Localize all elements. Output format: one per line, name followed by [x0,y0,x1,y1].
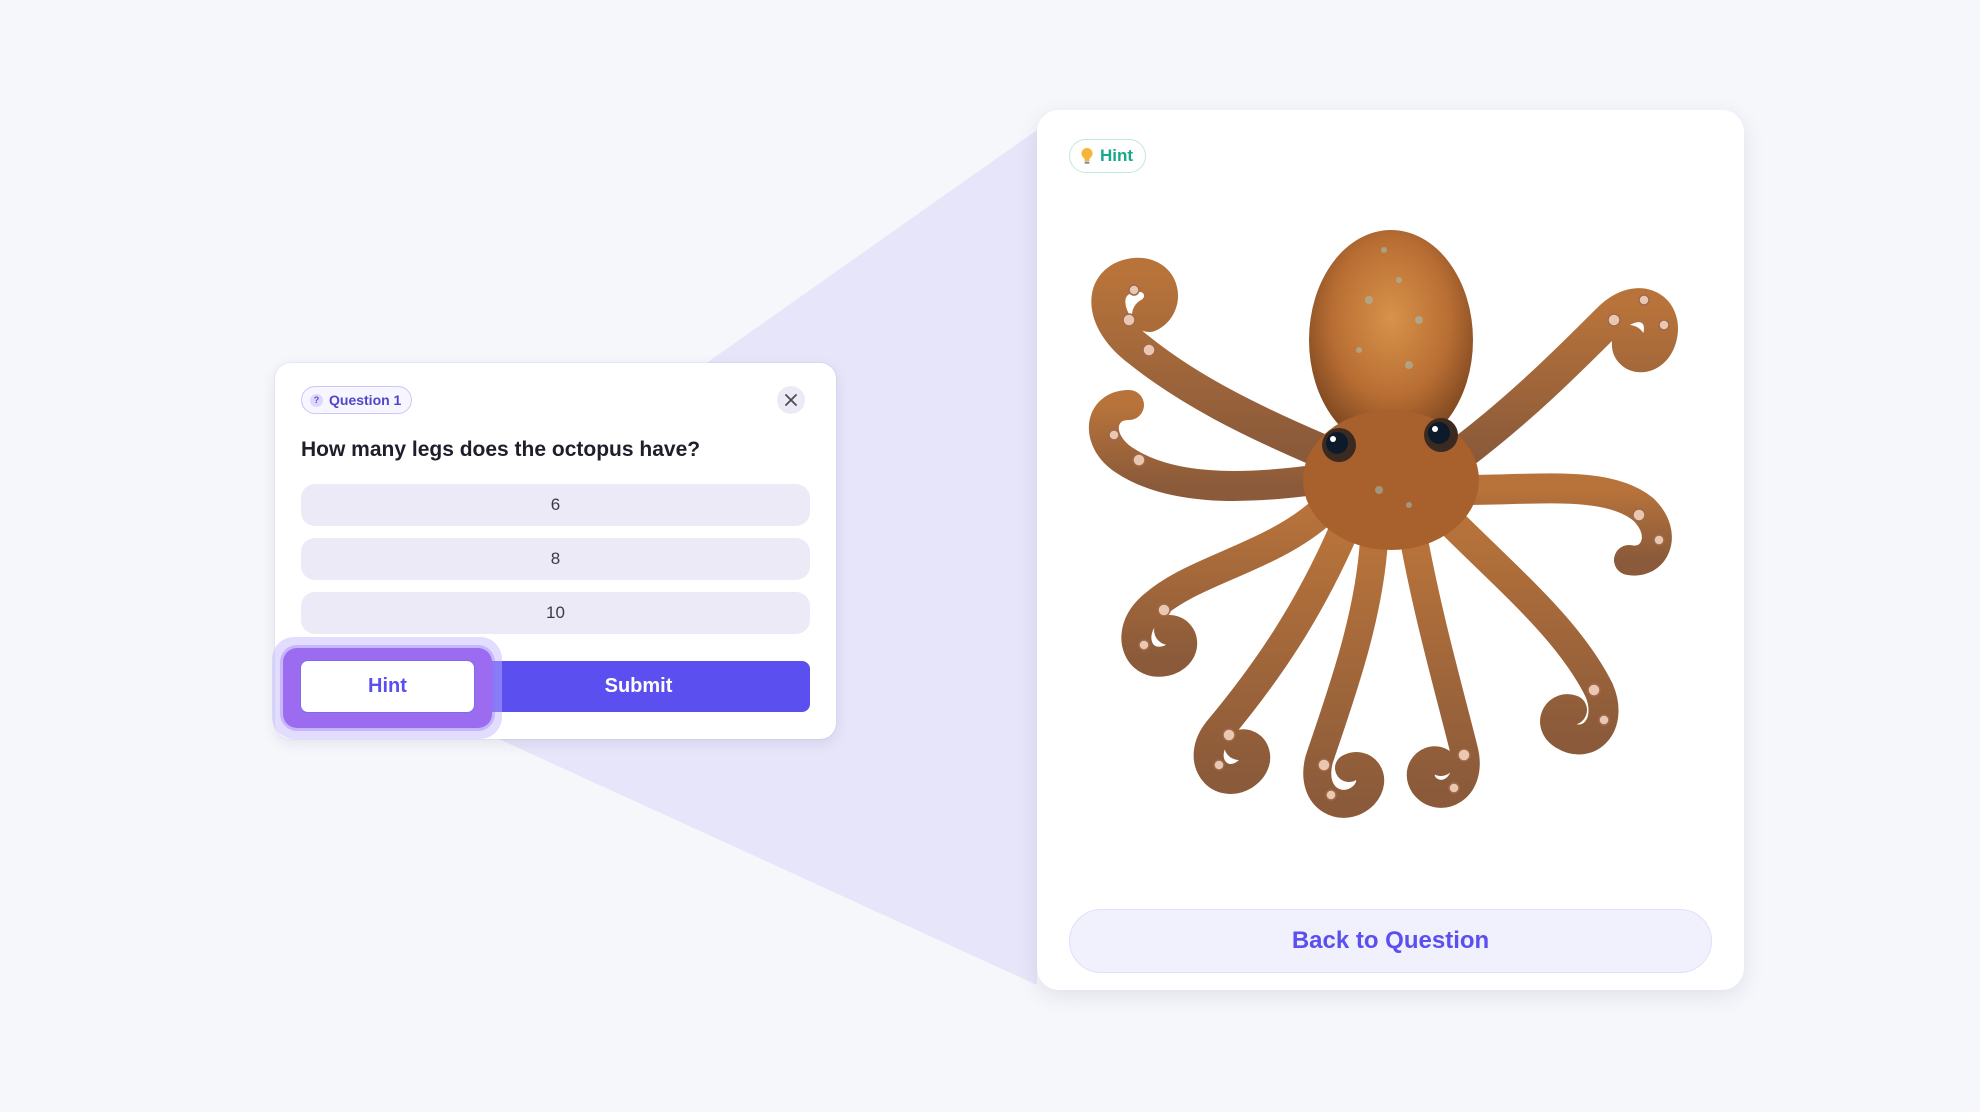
octopus-image [1069,190,1712,980]
question-badge-label: Question 1 [329,392,402,408]
answer-option[interactable]: 8 [301,538,810,580]
hint-panel: Hint Back to Question [1037,110,1744,990]
question-text: How many legs does the octopus have? [301,438,701,461]
question-badge: ? Question 1 [301,386,413,414]
answer-option[interactable]: 6 [301,484,810,526]
hint-badge: Hint [1069,139,1147,173]
hint-button[interactable]: Hint [300,660,475,713]
submit-button[interactable]: Submit [467,661,810,712]
octopus-illustration [1088,230,1678,818]
answer-option[interactable]: 10 [301,592,810,634]
close-icon [785,394,797,406]
question-icon: ? [310,393,323,407]
lightbulb-icon [1081,148,1093,164]
close-button[interactable] [777,386,805,414]
back-to-question-button[interactable]: Back to Question [1069,909,1712,973]
hint-badge-label: Hint [1100,146,1134,165]
